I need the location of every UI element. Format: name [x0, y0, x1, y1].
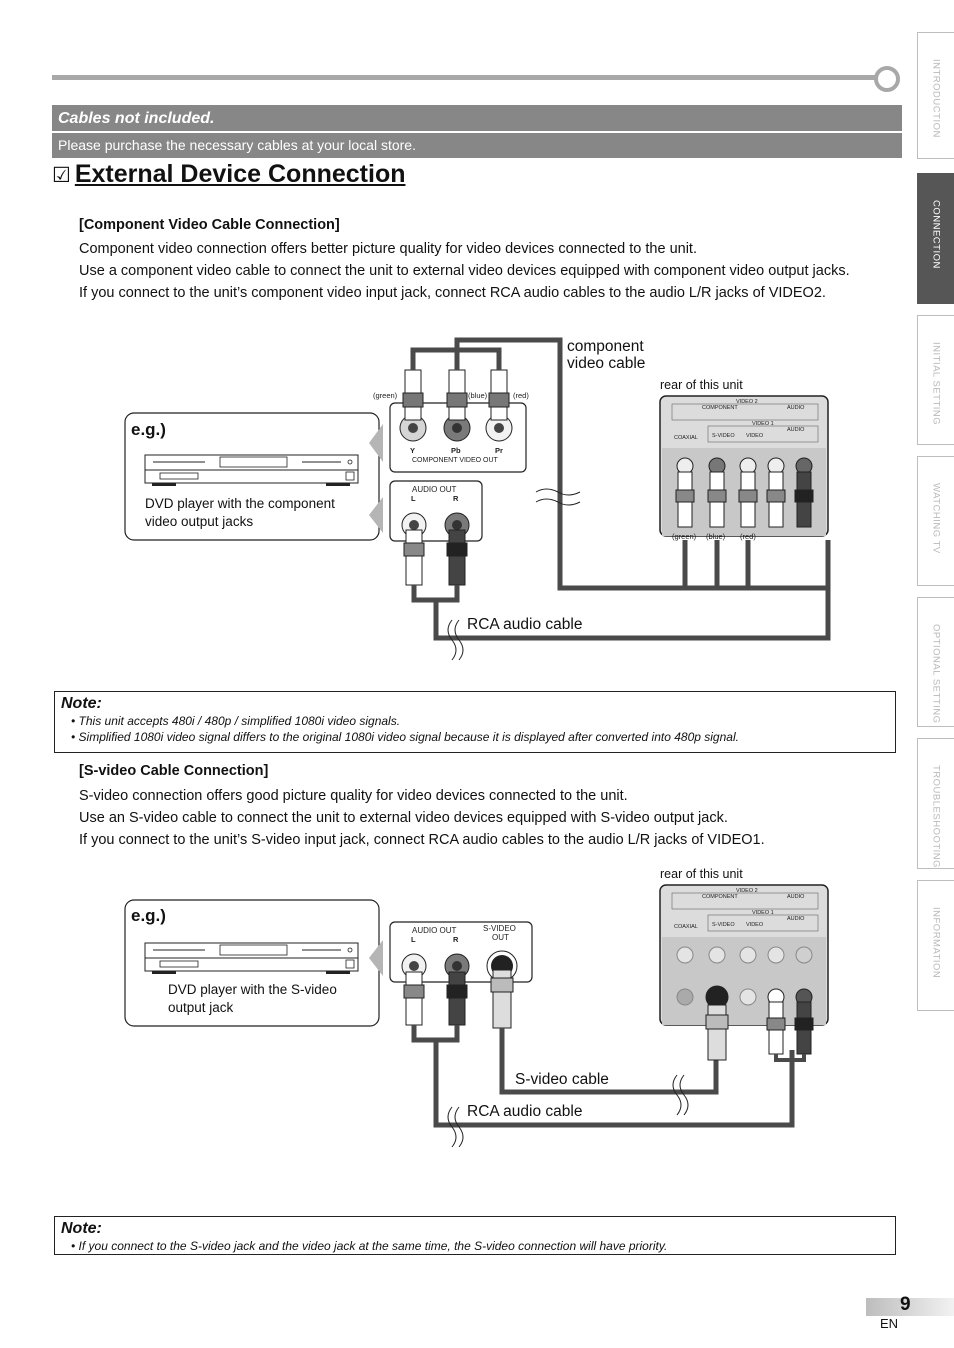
rear-of-unit-label: rear of this unit — [660, 867, 743, 881]
rear-video1-label: VIDEO 1 — [752, 421, 774, 427]
rear-audio-label: AUDIO — [787, 427, 805, 433]
audio-r-label: R — [453, 935, 459, 944]
jack-color-green: (green) — [373, 391, 398, 400]
rear-of-unit-label: rear of this unit — [660, 378, 743, 392]
top-rule-ring — [874, 66, 900, 92]
svideo-cable-label: S-video cable — [515, 1071, 609, 1088]
side-tab-optional-setting[interactable]: OPTIONAL SETTING — [917, 597, 954, 727]
note-box: Note: • If you connect to the S-video ja… — [54, 1216, 896, 1255]
eg-label: e.g.) — [131, 906, 166, 925]
rear-jack-color-blue: (blue) — [706, 532, 726, 541]
jack-name-y: Y — [410, 446, 416, 455]
cables-notice-heading: Cables not included. — [52, 105, 902, 132]
rear-jack-color-red: (red) — [740, 532, 756, 541]
rear-svideo-label: S-VIDEO — [712, 922, 735, 928]
rear-svideo-label: S-VIDEO — [712, 433, 735, 439]
svideo-section-heading: [S-video Cable Connection] — [79, 763, 269, 779]
paragraph: If you connect to the unit’s component v… — [79, 285, 826, 301]
rear-video1-label: VIDEO 1 — [752, 910, 774, 916]
side-tab-label: OPTIONAL SETTING — [930, 624, 942, 724]
rear-audio-label: AUDIO — [787, 916, 805, 922]
label-line: video cable — [567, 355, 646, 372]
side-tab-introduction[interactable]: INTRODUCTION — [917, 32, 954, 159]
audio-out-label: AUDIO OUT — [412, 485, 457, 494]
side-tab-information[interactable]: INFORMATION — [917, 880, 954, 1011]
rca-cable-label: RCA audio cable — [467, 616, 583, 633]
component-video-out-label: COMPONENT VIDEO OUT — [412, 457, 498, 464]
rca-cable-label: RCA audio cable — [467, 1103, 583, 1120]
page-number: 9 — [900, 1294, 911, 1315]
top-rule — [52, 75, 882, 80]
side-tab-connection[interactable]: CONNECTION — [917, 173, 954, 304]
component-connection-diagram — [124, 337, 831, 661]
side-tab-label: INITIAL SETTING — [930, 342, 942, 426]
note-item: • This unit accepts 480i / 480p / simpli… — [71, 714, 401, 728]
component-cable-label: component video cable — [567, 338, 645, 372]
dvd-player-icon — [144, 454, 359, 486]
audio-l-label: L — [411, 494, 416, 503]
side-tab-label: TROUBLESHOOTING — [930, 765, 942, 869]
side-tab-troubleshooting[interactable]: TROUBLESHOOTING — [917, 738, 954, 869]
cables-notice-text: Please purchase the necessary cables at … — [52, 133, 902, 158]
page-title: ☑ External Device Connection — [52, 160, 405, 189]
page-title-text: External Device Connection — [74, 160, 406, 188]
device-caption-line: DVD player with the S-video — [168, 982, 337, 997]
note-item: • Simplified 1080i video signal differs … — [71, 730, 739, 744]
rear-panel-unit-1 — [659, 395, 829, 537]
paragraph: S-video connection offers good picture q… — [79, 788, 628, 804]
note-title: Note: — [61, 695, 102, 712]
paragraph: Component video connection offers better… — [79, 241, 697, 257]
checkbox-icon: ☑ — [52, 164, 71, 187]
side-tab-label: INTRODUCTION — [930, 59, 942, 138]
rear-jack-color-green: (green) — [672, 532, 697, 541]
rear-audio-label: AUDIO — [787, 405, 805, 411]
jack-name-pb: Pb — [451, 446, 461, 455]
svideo-out-label: S-VIDEO — [483, 924, 516, 933]
component-section-heading: [Component Video Cable Connection] — [79, 217, 340, 233]
rear-video2-label: VIDEO 2 — [736, 888, 758, 894]
svideo-out-label-2: OUT — [492, 933, 509, 942]
device-caption: DVD player with the S-video output jack — [168, 981, 337, 1017]
audio-l-label: L — [411, 935, 416, 944]
paragraph: Use a component video cable to connect t… — [79, 263, 850, 279]
jack-color-red: (red) — [513, 391, 529, 400]
note-title: Note: — [61, 1220, 102, 1237]
side-tab-label: CONNECTION — [930, 200, 942, 269]
rear-panel-unit-2 — [659, 884, 829, 1062]
audio-out-label: AUDIO OUT — [412, 926, 457, 935]
jack-color-blue: (blue) — [468, 391, 488, 400]
rear-component-label: COMPONENT — [702, 894, 738, 900]
side-tab-label: INFORMATION — [930, 907, 942, 979]
side-tab-initial-setting[interactable]: INITIAL SETTING — [917, 315, 954, 445]
rear-coaxial-label: COAXIAL — [674, 924, 698, 930]
paragraph: Use an S-video cable to connect the unit… — [79, 810, 728, 826]
rear-component-label: COMPONENT — [702, 405, 738, 411]
device-caption: DVD player with the component video outp… — [145, 495, 335, 531]
component-section-body: Component video connection offers better… — [79, 238, 899, 304]
paragraph: If you connect to the unit’s S-video inp… — [79, 832, 765, 848]
rear-coaxial-label: COAXIAL — [674, 435, 698, 441]
device-caption-line: video output jacks — [145, 514, 254, 529]
svideo-section-body: S-video connection offers good picture q… — [79, 785, 899, 851]
side-tab-label: WATCHING TV — [930, 483, 942, 554]
rear-video2-label: VIDEO 2 — [736, 399, 758, 405]
note-box: Note: • This unit accepts 480i / 480p / … — [54, 691, 896, 753]
audio-r-label: R — [453, 494, 459, 503]
device-caption-line: output jack — [168, 1000, 234, 1015]
note-item: • If you connect to the S-video jack and… — [71, 1239, 668, 1253]
device-caption-line: DVD player with the component — [145, 496, 335, 511]
component-plugs — [402, 369, 510, 421]
side-tab-watching-tv[interactable]: WATCHING TV — [917, 456, 954, 586]
rear-audio-label: AUDIO — [787, 894, 805, 900]
eg-label: e.g.) — [131, 420, 166, 439]
label-line: component — [567, 338, 644, 355]
jack-name-pr: Pr — [495, 446, 503, 455]
rear-video-label: VIDEO — [746, 433, 764, 439]
rear-video-label: VIDEO — [746, 922, 764, 928]
language-label: EN — [880, 1316, 899, 1331]
